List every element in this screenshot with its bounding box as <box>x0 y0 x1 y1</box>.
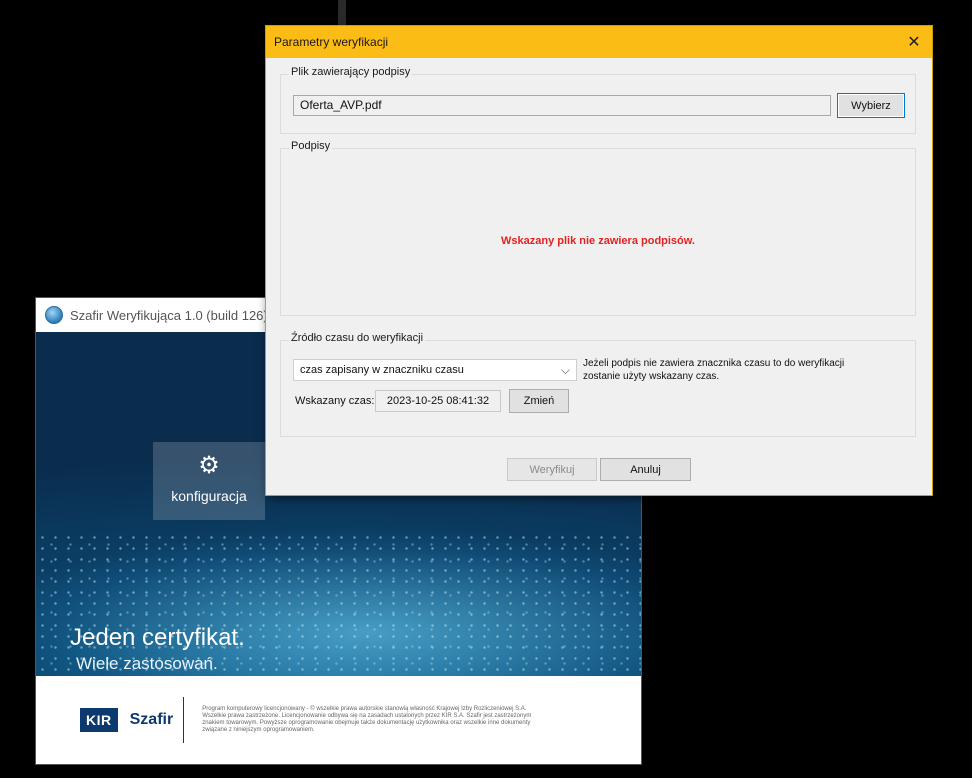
cancel-button[interactable]: Anuluj <box>600 458 691 481</box>
dialog-title: Parametry weryfikacji <box>274 35 389 49</box>
kir-logo: KIR <box>80 708 118 732</box>
time-source-hint: Jeżeli podpis nie zawiera znacznika czas… <box>583 358 845 382</box>
hero-headline: Jeden certyfikat. <box>70 624 245 651</box>
time-source-select[interactable]: czas zapisany w znaczniku czasu ⌵ <box>293 359 577 381</box>
signatures-group-legend: Podpisy <box>289 140 333 152</box>
chevron-down-icon: ⌵ <box>560 363 570 377</box>
file-path-field[interactable]: Oferta_AVP.pdf <box>293 95 831 116</box>
app-footer: KIR Szafir Program komputerowy licencjon… <box>36 676 641 764</box>
config-tile-label: konfiguracja <box>171 488 247 504</box>
time-source-legend: Źródło czasu do weryfikacji <box>289 332 426 344</box>
verify-button[interactable]: Weryfikuj <box>507 458 597 481</box>
background-line <box>338 0 346 26</box>
file-group: Plik zawierający podpisy Oferta_AVP.pdf … <box>280 66 916 134</box>
app-title: Szafir Weryfikująca 1.0 (build 126) <box>70 307 268 323</box>
footer-legal-text: Program komputerowy licencjonowany - © w… <box>202 706 532 733</box>
file-group-legend: Plik zawierający podpisy <box>289 66 413 78</box>
time-source-group: Źródło czasu do weryfikacji czas zapisan… <box>280 332 916 437</box>
app-logo-icon <box>45 306 63 324</box>
szafir-logo: Szafir <box>129 711 174 728</box>
footer-divider <box>183 697 185 743</box>
specified-time-field[interactable]: 2023-10-25 08:41:32 <box>375 390 501 412</box>
signatures-group: Podpisy Wskazany plik nie zawiera podpis… <box>280 140 916 316</box>
time-source-selected: czas zapisany w znaczniku czasu <box>300 364 464 376</box>
close-icon[interactable]: ✕ <box>896 26 932 58</box>
choose-file-button[interactable]: Wybierz <box>837 93 905 118</box>
specified-time-label: Wskazany czas: <box>295 395 375 407</box>
verification-params-dialog: Parametry weryfikacji ✕ Plik zawierający… <box>266 26 932 495</box>
no-signatures-message: Wskazany plik nie zawiera podpisów. <box>501 235 695 247</box>
change-time-button[interactable]: Zmień <box>509 389 569 413</box>
config-tile[interactable]: ⚙ konfiguracja <box>153 442 265 520</box>
gear-icon: ⚙ <box>198 452 220 479</box>
dialog-titlebar: Parametry weryfikacji ✕ <box>266 26 932 58</box>
hero-subheadline: Wiele zastosowań. <box>76 654 218 673</box>
